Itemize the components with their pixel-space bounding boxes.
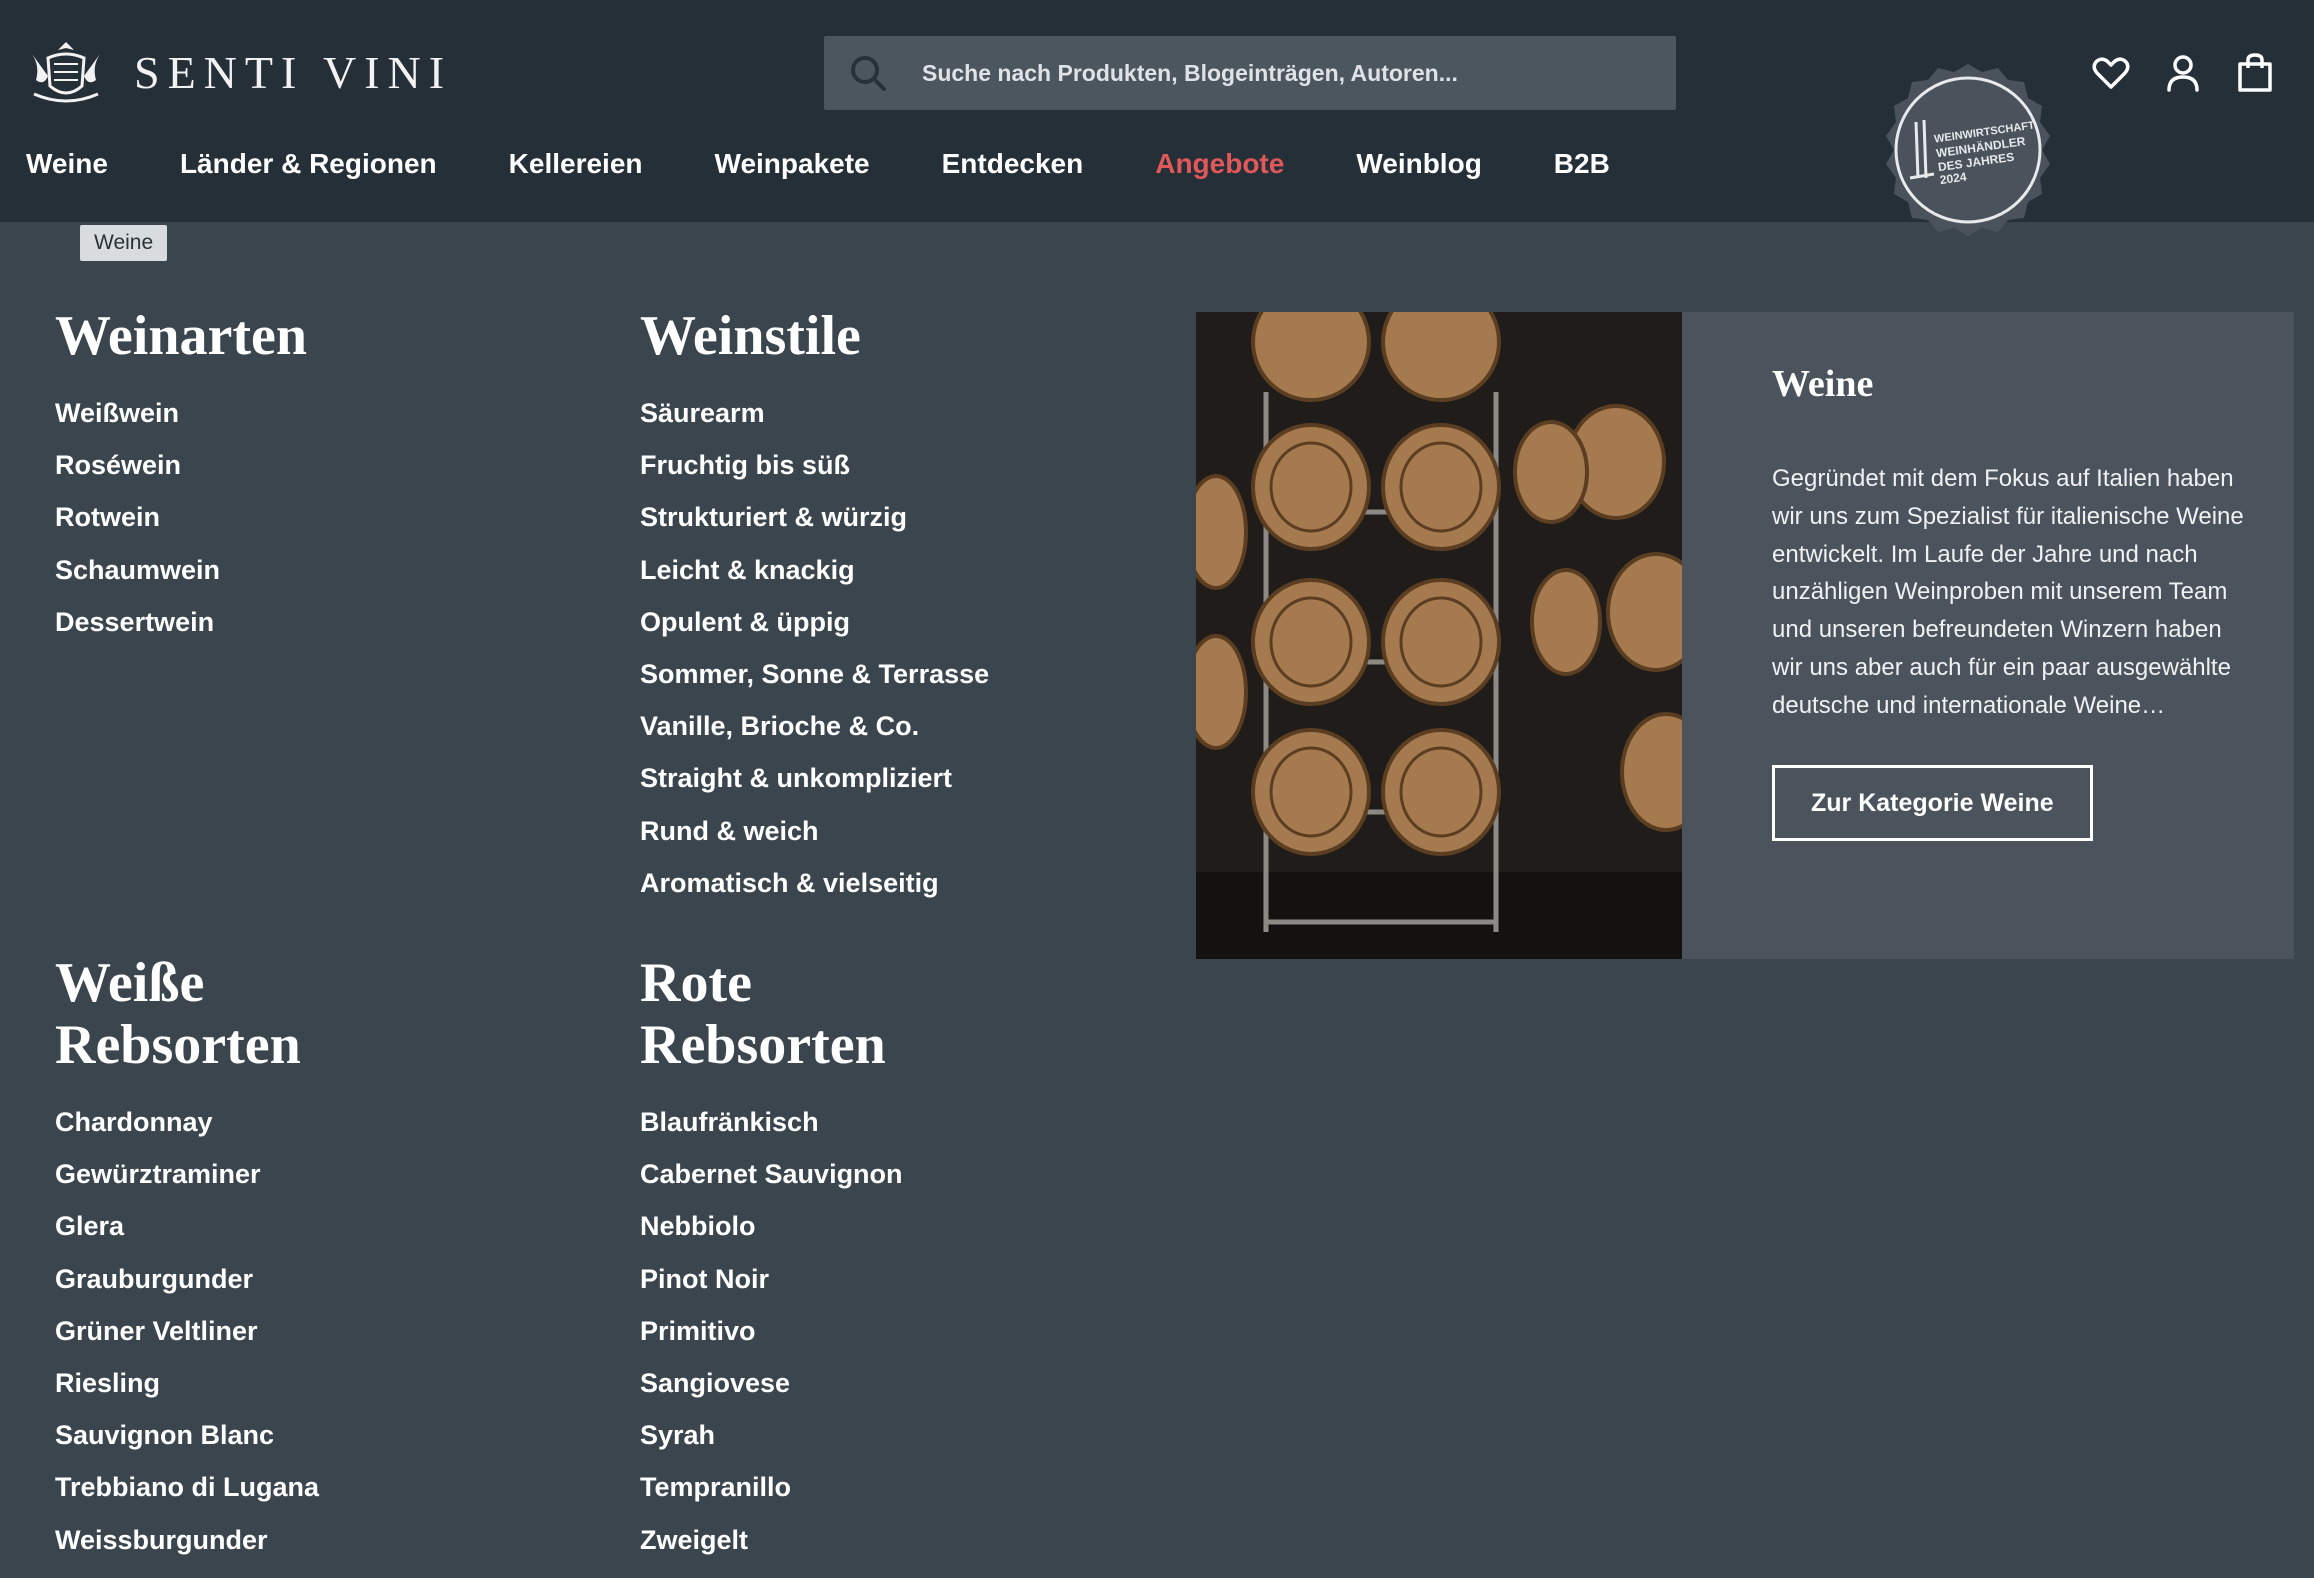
menu-link-rotwein[interactable]: Rotwein	[55, 491, 307, 543]
menu-link-rund-weich[interactable]: Rund & weich	[640, 805, 989, 857]
menu-weinstile: Weinstile Säurearm Fruchtig bis süß Stru…	[640, 305, 989, 909]
brand-name: SENTI VINI	[134, 46, 453, 98]
heading-rote-line2: Rebsorten	[640, 1014, 886, 1076]
menu-link-opulent-ueppig[interactable]: Opulent & üppig	[640, 596, 989, 648]
tooltip-weine: Weine	[80, 225, 168, 261]
category-button[interactable]: Zur Kategorie Weine	[1772, 764, 2093, 841]
menu-link-zweigelt[interactable]: Zweigelt	[640, 1514, 903, 1566]
menu-link-cabernet-sauvignon[interactable]: Cabernet Sauvignon	[640, 1148, 903, 1200]
user-icon[interactable]	[2162, 52, 2204, 94]
menu-weinarten: Weinarten Weißwein Roséwein Rotwein Scha…	[55, 305, 307, 648]
menu-weisse-rebsorten: Weiße Rebsorten Chardonnay Gewürztramine…	[55, 952, 319, 1566]
heading-rote-rebsorten: Rote Rebsorten	[640, 952, 903, 1076]
heading-weinstile: Weinstile	[640, 305, 861, 367]
promo-card: Weine Gegründet mit dem Fokus auf Italie…	[1196, 312, 2294, 959]
menu-link-sauvignon-blanc[interactable]: Sauvignon Blanc	[55, 1409, 319, 1461]
menu-link-saeurearm[interactable]: Säurearm	[640, 387, 989, 439]
menu-link-leicht-knackig[interactable]: Leicht & knackig	[640, 544, 989, 596]
heart-icon[interactable]	[2090, 52, 2132, 94]
menu-link-grauburgunder[interactable]: Grauburgunder	[55, 1253, 319, 1305]
nav-item-weinpakete[interactable]: Weinpakete	[715, 148, 870, 180]
nav-item-weine[interactable]: Weine	[26, 148, 108, 180]
award-badge: WEINWIRTSCHAFT WEINHÄNDLER DES JAHRES 20…	[1886, 64, 2050, 236]
menu-link-aromatisch-vielseitig[interactable]: Aromatisch & vielseitig	[640, 857, 989, 909]
menu-rote-rebsorten: Rote Rebsorten Blaufränkisch Cabernet Sa…	[640, 952, 903, 1566]
promo-content: Weine Gegründet mit dem Fokus auf Italie…	[1682, 312, 2252, 959]
menu-link-weisswein[interactable]: Weißwein	[55, 387, 307, 439]
menu-link-dessertwein[interactable]: Dessertwein	[55, 596, 307, 648]
nav-item-weinblog[interactable]: Weinblog	[1356, 148, 1481, 180]
menu-link-pinot-noir[interactable]: Pinot Noir	[640, 1253, 903, 1305]
menu-link-blaufraenkisch[interactable]: Blaufränkisch	[640, 1096, 903, 1148]
menu-link-primitivo[interactable]: Primitivo	[640, 1305, 903, 1357]
heading-weisse-line2: Rebsorten	[55, 1014, 301, 1076]
menu-link-schaumwein[interactable]: Schaumwein	[55, 544, 307, 596]
heading-rote-line1: Rote	[640, 952, 752, 1014]
crest-logo-icon	[32, 42, 100, 103]
menu-link-fruchtig-bis-suess[interactable]: Fruchtig bis süß	[640, 439, 989, 491]
promo-title: Weine	[1772, 363, 1874, 405]
nav-item-b2b[interactable]: B2B	[1554, 148, 1610, 180]
main-nav: Weine Länder & Regionen Kellereien Weinp…	[26, 148, 1682, 180]
menu-link-gewuerztraminer[interactable]: Gewürztraminer	[55, 1148, 319, 1200]
menu-link-tempranillo[interactable]: Tempranillo	[640, 1461, 903, 1513]
menu-link-gruener-veltliner[interactable]: Grüner Veltliner	[55, 1305, 319, 1357]
search-input[interactable]	[920, 58, 1664, 88]
wine-barrels-image	[1196, 312, 1682, 959]
menu-link-strukturiert-wuerzig[interactable]: Strukturiert & würzig	[640, 491, 989, 543]
menu-link-glera[interactable]: Glera	[55, 1200, 319, 1252]
menu-link-sangiovese[interactable]: Sangiovese	[640, 1357, 903, 1409]
nav-item-angebote[interactable]: Angebote	[1155, 148, 1284, 180]
heading-weisse-line1: Weiße	[55, 952, 205, 1014]
logo[interactable]: SENTI VINI	[26, 36, 452, 108]
menu-link-trebbiano-di-lugana[interactable]: Trebbiano di Lugana	[55, 1461, 319, 1513]
menu-link-rosewein[interactable]: Roséwein	[55, 439, 307, 491]
nav-item-kellereien[interactable]: Kellereien	[509, 148, 643, 180]
header-actions	[2090, 52, 2306, 94]
menu-link-weissburgunder[interactable]: Weissburgunder	[55, 1514, 319, 1566]
menu-link-chardonnay[interactable]: Chardonnay	[55, 1096, 319, 1148]
menu-link-riesling[interactable]: Riesling	[55, 1357, 319, 1409]
shopping-bag-icon[interactable]	[2234, 52, 2276, 94]
barrel-cellar-illustration	[1196, 312, 1682, 959]
header: SENTI VINI Weine Länder & Regionen Kelle…	[0, 0, 2314, 236]
menu-link-vanille-brioche[interactable]: Vanille, Brioche & Co.	[640, 700, 989, 752]
heading-weisse-rebsorten: Weiße Rebsorten	[55, 952, 319, 1076]
menu-link-sommer-sonne-terrasse[interactable]: Sommer, Sonne & Terrasse	[640, 648, 989, 700]
nav-item-entdecken[interactable]: Entdecken	[942, 148, 1084, 180]
promo-description: Gegründet mit dem Fokus auf Italien habe…	[1772, 465, 2244, 719]
menu-link-syrah[interactable]: Syrah	[640, 1409, 903, 1461]
menu-link-straight-unkompliziert[interactable]: Straight & unkompliziert	[640, 752, 989, 804]
heading-weinarten: Weinarten	[55, 305, 307, 367]
search-bar[interactable]	[824, 36, 1676, 110]
menu-link-nebbiolo[interactable]: Nebbiolo	[640, 1200, 903, 1252]
search-icon[interactable]	[848, 53, 888, 93]
nav-item-laender-regionen[interactable]: Länder & Regionen	[180, 148, 437, 180]
